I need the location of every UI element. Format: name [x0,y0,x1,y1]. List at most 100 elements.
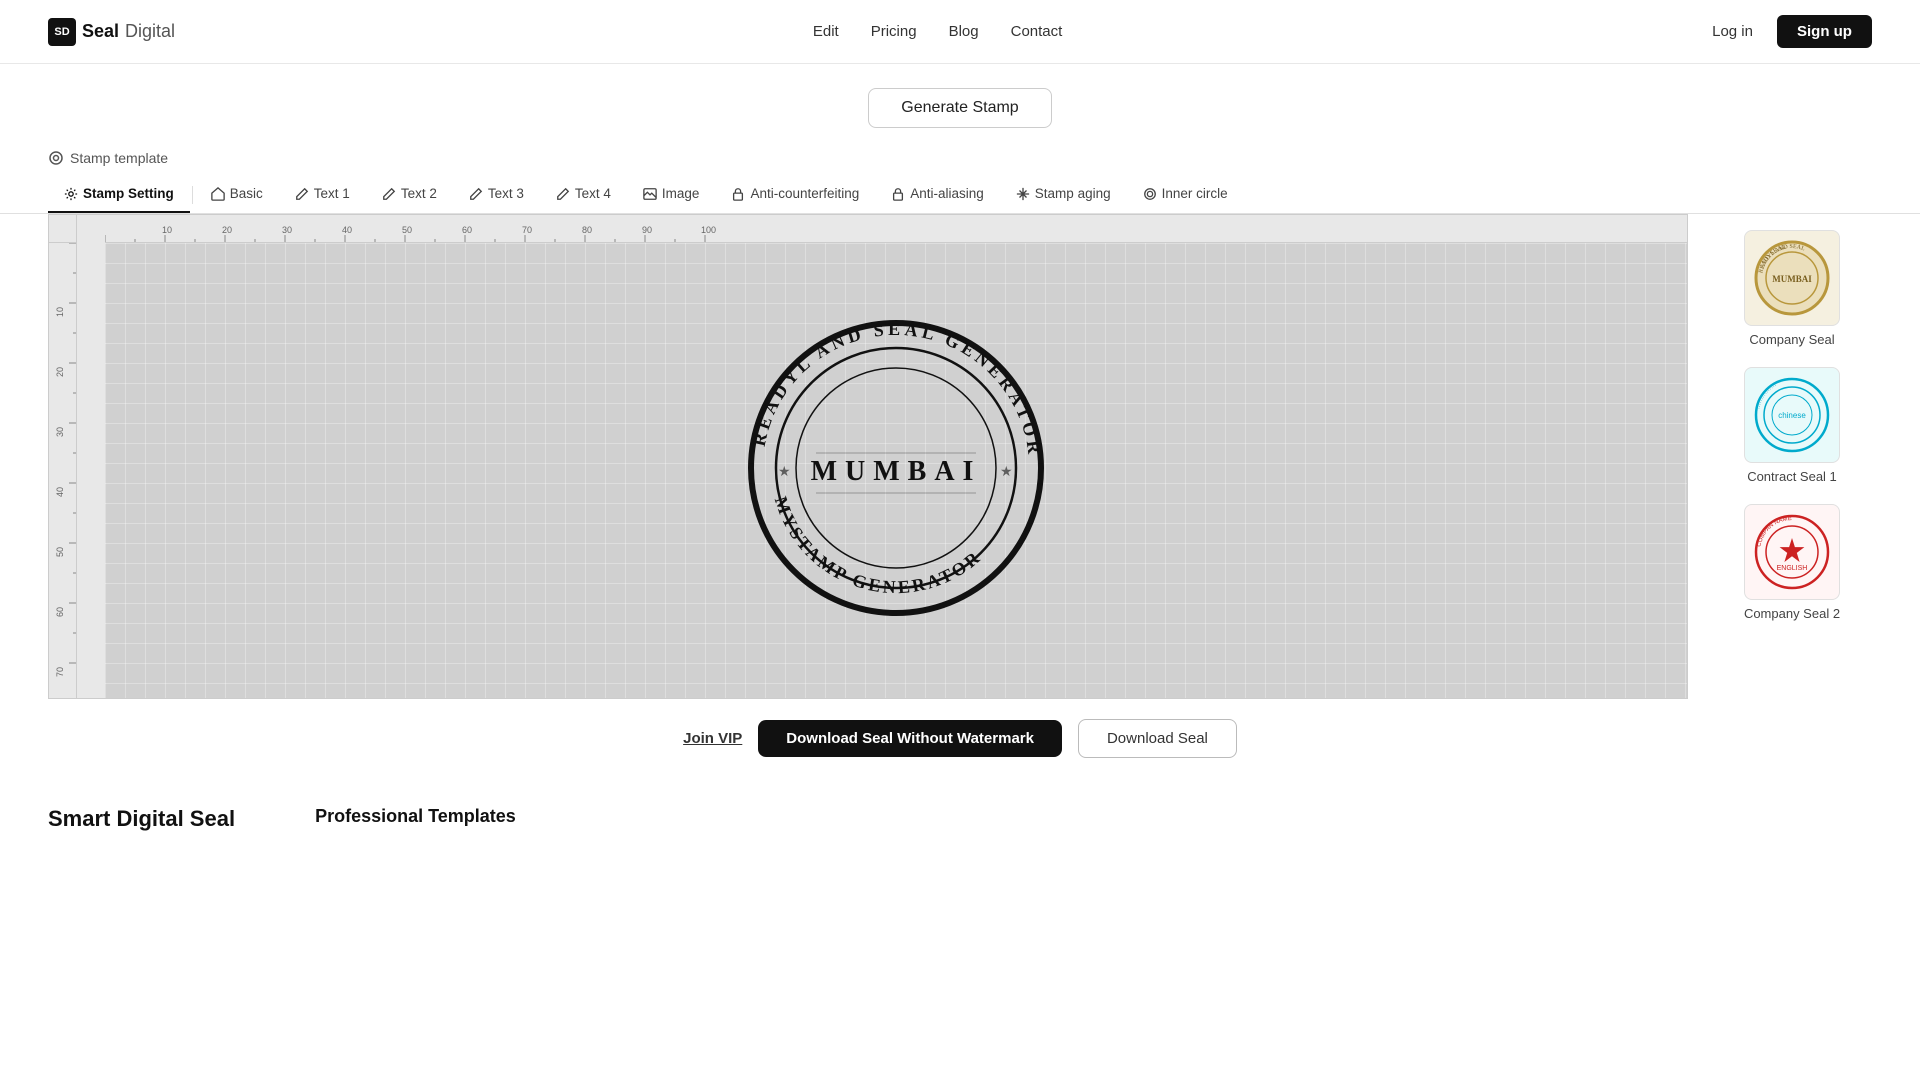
tabs-bar: Stamp Setting Basic Text 1 Text 2 Text 3… [0,176,1920,214]
tab-text1-label: Text 1 [314,186,350,201]
download-nowatermark-button[interactable]: Download Seal Without Watermark [758,720,1062,757]
download-bar: Join VIP Download Seal Without Watermark… [0,699,1920,786]
logo-digital: Digital [125,21,175,42]
svg-text:50: 50 [402,225,412,235]
svg-text:70: 70 [55,667,65,677]
stamp-preview: READYL AND SEAL GENERATOR MYSTAMP GENERA… [736,308,1056,633]
tab-stamp-aging[interactable]: Stamp aging [1000,176,1127,213]
svg-text:MUMBAI: MUMBAI [811,456,982,487]
sparkle-icon [1016,187,1030,201]
template-contract-seal-1-label: Contract Seal 1 [1747,469,1837,484]
svg-text:chinese: chinese [1778,411,1806,420]
bottom-section: Smart Digital Seal Professional Template… [0,786,1920,852]
join-vip-button[interactable]: Join VIP [683,730,742,747]
main-content: 10 20 30 40 50 [0,214,1920,699]
nav-blog[interactable]: Blog [949,23,979,40]
edit-icon-4 [556,187,570,201]
svg-text:10: 10 [55,307,65,317]
image-icon [643,187,657,201]
ruler-top-svg: 10 20 30 40 50 [105,215,1687,243]
stamp-canvas[interactable]: READYL AND SEAL GENERATOR MYSTAMP GENERA… [105,243,1687,698]
svg-text:10: 10 [162,225,172,235]
edit-icon-3 [469,187,483,201]
lock-icon-1 [731,187,745,201]
circle-icon [1143,187,1157,201]
nav-pricing[interactable]: Pricing [871,23,917,40]
tab-text3-label: Text 3 [488,186,524,201]
svg-text:50: 50 [55,547,65,557]
tab-divider [192,186,193,204]
stamp-template-label: Stamp template [70,150,168,166]
svg-text:20: 20 [222,225,232,235]
tab-text4-label: Text 4 [575,186,611,201]
template-thumb-contract-seal-1: chinese ··············· [1744,367,1840,463]
svg-text:70: 70 [522,225,532,235]
tab-image-label: Image [662,186,700,201]
professional-templates-title: Professional Templates [315,806,516,827]
logo-seal: Seal [82,21,119,42]
tab-text2-label: Text 2 [401,186,437,201]
header-actions: Log in Sign up [1700,15,1872,48]
svg-text:100: 100 [701,225,716,235]
template-company-seal-2-label: Company Seal 2 [1744,606,1840,621]
generate-section: Generate Stamp [0,64,1920,144]
template-company-seal-2[interactable]: ENGLISH COMPAN NAME Company Seal 2 [1712,504,1872,621]
svg-text:60: 60 [462,225,472,235]
header: SD Seal Digital Edit Pricing Blog Contac… [0,0,1920,64]
svg-text:★: ★ [1000,463,1013,479]
canvas-wrap: 10 20 30 40 50 [48,214,1688,699]
tab-text3[interactable]: Text 3 [453,176,540,213]
tab-text1[interactable]: Text 1 [279,176,366,213]
template-thumb-company-seal: MUMBAI AND SEAL READYL AND SEAL [1744,230,1840,326]
tab-anti-aliasing[interactable]: Anti-aliasing [875,176,1000,213]
svg-text:30: 30 [55,427,65,437]
settings-icon [64,187,78,201]
tab-basic[interactable]: Basic [195,176,279,213]
lock-icon-2 [891,187,905,201]
template-company-seal-label: Company Seal [1749,332,1834,347]
svg-text:★: ★ [778,463,791,479]
generate-stamp-button[interactable]: Generate Stamp [868,88,1051,128]
ruler-container: 10 20 30 40 50 [48,214,1688,699]
edit-icon-1 [295,187,309,201]
stamp-template-icon [48,150,64,166]
template-thumb-company-seal-2: ENGLISH COMPAN NAME [1744,504,1840,600]
svg-text:30: 30 [282,225,292,235]
tab-text2[interactable]: Text 2 [366,176,453,213]
tab-basic-label: Basic [230,186,263,201]
nav-contact[interactable]: Contact [1011,23,1063,40]
tab-anti-counterfeiting[interactable]: Anti-counterfeiting [715,176,875,213]
svg-text:40: 40 [55,487,65,497]
ruler-left-svg: 10 20 30 40 50 [49,243,77,693]
bottom-right: Professional Templates [315,806,516,832]
templates-sidebar: MUMBAI AND SEAL READYL AND SEAL Company … [1712,214,1872,699]
template-contract-seal-1[interactable]: chinese ··············· Contract Seal 1 [1712,367,1872,484]
login-button[interactable]: Log in [1700,17,1765,46]
bottom-left: Smart Digital Seal [48,806,235,832]
svg-text:ENGLISH: ENGLISH [1777,565,1808,572]
nav-edit[interactable]: Edit [813,23,839,40]
svg-text:80: 80 [582,225,592,235]
tab-stamp-aging-label: Stamp aging [1035,186,1111,201]
tab-stamp-setting-label: Stamp Setting [83,186,174,201]
edit-icon-2 [382,187,396,201]
svg-text:READYL AND SEAL GENERATOR: READYL AND SEAL GENERATOR [749,319,1045,459]
svg-text:90: 90 [642,225,652,235]
logo[interactable]: SD Seal Digital [48,18,175,46]
main-nav: Edit Pricing Blog Contact [813,23,1062,40]
smart-digital-seal-title: Smart Digital Seal [48,806,235,832]
tab-stamp-setting[interactable]: Stamp Setting [48,176,190,213]
svg-text:20: 20 [55,367,65,377]
tab-text4[interactable]: Text 4 [540,176,627,213]
logo-icon: SD [48,18,76,46]
svg-text:40: 40 [342,225,352,235]
stamp-template-row: Stamp template [0,144,1920,176]
download-seal-button[interactable]: Download Seal [1078,719,1237,758]
template-company-seal[interactable]: MUMBAI AND SEAL READYL AND SEAL Company … [1712,230,1872,347]
signup-button[interactable]: Sign up [1777,15,1872,48]
tab-inner-circle-label: Inner circle [1162,186,1228,201]
svg-text:60: 60 [55,607,65,617]
tab-image[interactable]: Image [627,176,716,213]
tab-inner-circle[interactable]: Inner circle [1127,176,1244,213]
tab-anti-aliasing-label: Anti-aliasing [910,186,984,201]
